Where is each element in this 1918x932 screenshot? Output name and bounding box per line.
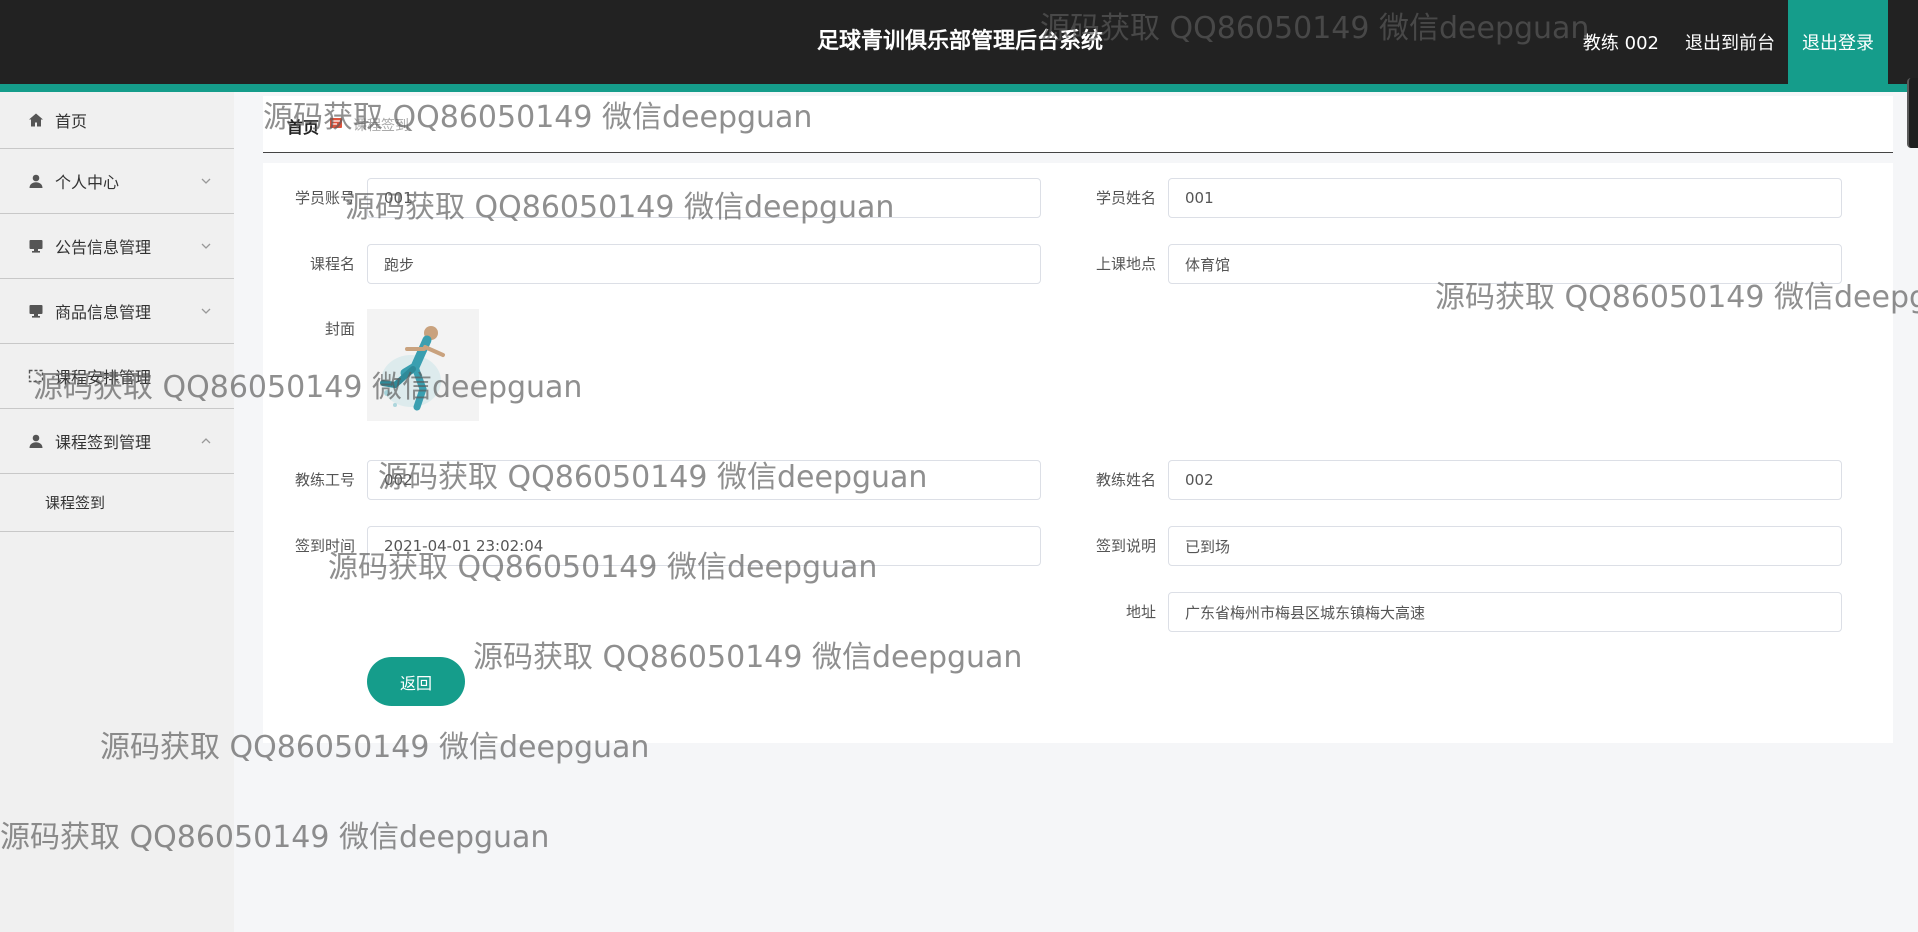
image-icon [27, 367, 45, 385]
logout-button[interactable]: 退出登录 [1788, 0, 1888, 84]
signin-time-field[interactable] [367, 526, 1041, 566]
course-name-label: 课程名 [309, 255, 355, 273]
sidebar: 首页 个人中心 公告信息管理 商品信息管理 课程安排管理 课程签到管理 课程签到 [0, 92, 234, 932]
sidebar-item-label: 首页 [55, 112, 88, 131]
sidebar-item-label: 公告信息管理 [55, 238, 152, 257]
cover-label: 封面 [324, 320, 355, 338]
signin-time-label: 签到时间 [294, 537, 355, 555]
address-label: 地址 [1125, 603, 1156, 621]
current-user: 教练 002 [1582, 33, 1659, 54]
sidebar-item-home[interactable]: 首页 [0, 92, 234, 149]
scrollbar-handle[interactable] [1907, 78, 1918, 148]
coach-id-field[interactable] [367, 460, 1041, 500]
chevron-down-icon [201, 308, 211, 314]
submenu-item-course-signin[interactable]: 课程签到 [0, 474, 234, 531]
submenu-course-signin: 课程签到 [0, 474, 234, 532]
breadcrumb-home[interactable]: 首页 [287, 114, 319, 138]
address-field[interactable] [1168, 592, 1842, 632]
sidebar-item-label: 商品信息管理 [55, 303, 152, 322]
chevron-down-icon [201, 243, 211, 249]
sidebar-item-course-schedule[interactable]: 课程安排管理 [0, 344, 234, 409]
sidebar-item-label: 课程安排管理 [55, 368, 152, 387]
sidebar-item-label: 课程签到管理 [55, 433, 152, 452]
sidebar-item-personal-center[interactable]: 个人中心 [0, 149, 234, 214]
breadcrumb-current: 课程签到 [353, 118, 409, 134]
chevron-down-icon [201, 178, 211, 184]
student-account-label: 学员账号 [294, 189, 355, 207]
monitor-icon [27, 302, 45, 320]
sidebar-item-notice-management[interactable]: 公告信息管理 [0, 214, 234, 279]
course-name-field[interactable] [367, 244, 1041, 284]
header-actions: 教练 002 退出到前台 退出登录 [1570, 0, 1888, 84]
back-button[interactable]: 返回 [367, 657, 465, 706]
user-icon [27, 432, 45, 450]
monitor-icon [27, 237, 45, 255]
breadcrumb: 首页 课程签到 [263, 96, 1893, 153]
exit-to-frontend-link[interactable]: 退出到前台 [1672, 0, 1788, 84]
signin-note-field[interactable] [1168, 526, 1842, 566]
student-account-field[interactable] [367, 178, 1041, 218]
cover-image [367, 309, 479, 421]
location-field[interactable] [1168, 244, 1842, 284]
student-name-label: 学员姓名 [1095, 189, 1156, 207]
breadcrumb-separator-icon [330, 118, 342, 128]
sidebar-item-goods-management[interactable]: 商品信息管理 [0, 279, 234, 344]
student-name-field[interactable] [1168, 178, 1842, 218]
coach-name-field[interactable] [1168, 460, 1842, 500]
home-icon [27, 111, 45, 129]
sidebar-item-course-signin-management[interactable]: 课程签到管理 [0, 409, 234, 474]
sidebar-item-label: 个人中心 [55, 173, 120, 192]
user-icon [27, 172, 45, 190]
location-label: 上课地点 [1095, 255, 1156, 273]
top-header: 足球青训俱乐部管理后台系统 教练 002 退出到前台 退出登录 [0, 0, 1918, 84]
header-accent-bar [0, 84, 1918, 92]
signin-detail-form: 学员账号 学员姓名 课程名 上课地点 封面 教练工号 教练姓名 签到时间 签到说… [263, 163, 1893, 743]
app-title: 足球青训俱乐部管理后台系统 [816, 29, 1103, 54]
chevron-up-icon [201, 438, 211, 444]
coach-id-label: 教练工号 [294, 471, 355, 489]
coach-name-label: 教练姓名 [1095, 471, 1156, 489]
signin-note-label: 签到说明 [1095, 537, 1156, 555]
